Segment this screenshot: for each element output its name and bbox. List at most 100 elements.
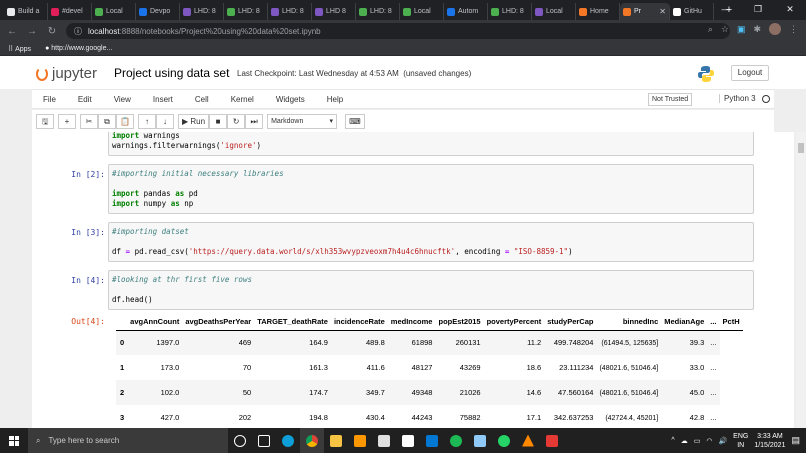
code-input[interactable]: import warnings warnings.filterwarnings(… <box>108 132 754 156</box>
browser-tab[interactable]: LHD: 8 <box>224 3 268 20</box>
cortana-icon[interactable] <box>228 428 252 453</box>
chrome-icon[interactable] <box>300 428 324 453</box>
whatsapp-icon[interactable] <box>492 428 516 453</box>
close-window-icon[interactable]: ✕ <box>774 0 806 20</box>
tray-chevron-icon[interactable]: ^ <box>671 437 674 444</box>
save-icon[interactable]: 🖫 <box>36 113 54 129</box>
row-index: 0 <box>116 330 128 355</box>
taskbar-search-input[interactable]: ⌕ Type here to search <box>28 428 228 453</box>
stop-icon[interactable]: ■ <box>209 113 228 129</box>
volume-icon[interactable]: 🔊 <box>718 437 727 445</box>
browser-tab[interactable]: #devel <box>48 3 92 20</box>
browser-tab[interactable]: Home <box>576 3 620 20</box>
sublime-icon[interactable] <box>348 428 372 453</box>
browser-tab[interactable]: LHD: 8 <box>268 3 312 20</box>
browser-tab[interactable]: Autom <box>444 3 488 20</box>
language-indicator[interactable]: ENG IN <box>733 432 748 450</box>
page-scrollbar[interactable] <box>796 132 806 428</box>
code-input[interactable]: #importing initial necessary libraries i… <box>108 164 754 214</box>
back-icon[interactable]: ← <box>6 26 18 37</box>
url-input[interactable]: ⓘ localhost:8888/notebooks/Project%20usi… <box>66 23 730 39</box>
browser-tab[interactable]: Pr ✕ <box>620 3 670 20</box>
browser-tab[interactable]: Local <box>92 3 136 20</box>
insert-cell-icon[interactable]: + <box>58 113 76 129</box>
cloud-icon[interactable]: ☁ <box>681 437 688 445</box>
star-icon[interactable]: ☆ <box>721 24 729 35</box>
windows-start-icon[interactable] <box>0 435 28 446</box>
task-view-icon[interactable] <box>252 428 276 453</box>
table-row: 2 102.0 50 174.7 349.7 49348 21026 14.6 47.56016… <box>116 380 743 405</box>
browser-tab[interactable]: LHD: 8 <box>488 3 532 20</box>
table-cell: 469 <box>182 330 255 355</box>
code-input[interactable]: #looking at thr first five rows df.head(… <box>108 270 754 310</box>
zoom-icon[interactable]: ⌕ <box>708 24 713 35</box>
menu-item-help[interactable]: Help <box>316 95 354 104</box>
jupyter-logo[interactable]: jupyter <box>36 65 97 82</box>
cell-type-select[interactable]: Markdown <box>267 113 338 129</box>
code-input[interactable]: #importing datset df = pd.read_csv('http… <box>108 222 754 262</box>
logout-button[interactable]: Logout <box>731 65 769 81</box>
menu-item-view[interactable]: View <box>103 95 142 104</box>
profile-avatar[interactable] <box>769 23 781 35</box>
menu-item-edit[interactable]: Edit <box>67 95 103 104</box>
notepad-icon[interactable] <box>468 428 492 453</box>
trust-indicator[interactable]: Not Trusted <box>648 93 693 106</box>
command-palette-icon[interactable]: ⌨ <box>345 113 365 129</box>
puzzle-icon[interactable]: ✱ <box>753 24 761 35</box>
spotify-icon[interactable] <box>444 428 468 453</box>
restart-run-all-icon[interactable]: ⏭ <box>245 113 264 129</box>
table-cell: 45.0 <box>661 380 708 405</box>
browser-tab[interactable]: Local <box>532 3 576 20</box>
wifi-icon[interactable]: ◠ <box>706 437 712 445</box>
menu-item-cell[interactable]: Cell <box>184 95 220 104</box>
notebook-title[interactable]: Project using data set <box>114 66 229 80</box>
bookmark-apps[interactable]: ⠿ Apps <box>8 45 31 53</box>
menu-item-file[interactable]: File <box>32 95 67 104</box>
browser-tab[interactable]: LHD 8 <box>312 3 356 20</box>
pdf-icon[interactable] <box>540 428 564 453</box>
tab-label: LHD: 8 <box>194 8 216 15</box>
menu-item-insert[interactable]: Insert <box>142 95 184 104</box>
menu-item-kernel[interactable]: Kernel <box>220 95 265 104</box>
file-explorer-icon[interactable] <box>324 428 348 453</box>
jupyter-header: jupyter Project using data set Last Chec… <box>0 56 806 89</box>
vscode-icon[interactable] <box>420 428 444 453</box>
menu-item-widgets[interactable]: Widgets <box>265 95 316 104</box>
browser-tab[interactable]: Build a <box>4 3 48 20</box>
browser-tab[interactable]: Devpo <box>136 3 180 20</box>
browser-tab[interactable]: Local <box>400 3 444 20</box>
dataframe-table: avgAnnCount avgDeathsPerYear TARGET_deathR… <box>116 314 743 428</box>
run-button[interactable]: ▶ Run <box>178 113 210 129</box>
close-tab-icon[interactable]: ✕ <box>659 7 666 16</box>
browser-tab[interactable]: LHD: 8 <box>180 3 224 20</box>
minimize-icon[interactable]: — <box>710 0 742 20</box>
reload-icon[interactable]: ↻ <box>46 26 58 37</box>
browser-tab[interactable]: LHD: 8 <box>356 3 400 20</box>
vlc-icon[interactable] <box>516 428 540 453</box>
store-icon[interactable] <box>372 428 396 453</box>
bookmark-google[interactable]: ● http://www.google... <box>45 45 112 52</box>
edge-icon[interactable] <box>276 428 300 453</box>
browser-tab[interactable]: GitHu <box>670 3 714 20</box>
notification-icon[interactable]: ▤ <box>791 435 800 446</box>
cut-icon[interactable]: ✂ <box>80 113 98 129</box>
move-down-icon[interactable]: ↓ <box>156 113 174 129</box>
extension-icon[interactable]: ▣ <box>737 24 746 35</box>
column-header: medIncome <box>387 314 436 331</box>
maximize-icon[interactable]: ❐ <box>742 0 774 20</box>
forward-icon[interactable]: → <box>26 26 38 37</box>
scrollbar-thumb[interactable] <box>798 143 804 153</box>
battery-icon[interactable]: ▭ <box>694 437 701 445</box>
move-up-icon[interactable]: ↑ <box>138 113 156 129</box>
table-cell: 161.3 <box>309 363 328 372</box>
copy-icon[interactable]: ⧉ <box>98 113 116 129</box>
paste-icon[interactable]: 📋 <box>116 113 134 129</box>
restart-icon[interactable]: ↻ <box>227 113 246 129</box>
clock[interactable]: 3:33 AM 1/15/2021 <box>754 432 785 450</box>
table-cell: 1397.0 <box>127 330 183 355</box>
tab-label: LHD: 8 <box>370 8 392 15</box>
more-icon[interactable]: ⋮ <box>789 24 798 35</box>
tab-label: Home <box>590 8 609 15</box>
mail-icon[interactable] <box>396 428 420 453</box>
bookmarks-bar: ⠿ Apps ● http://www.google... <box>0 42 806 56</box>
